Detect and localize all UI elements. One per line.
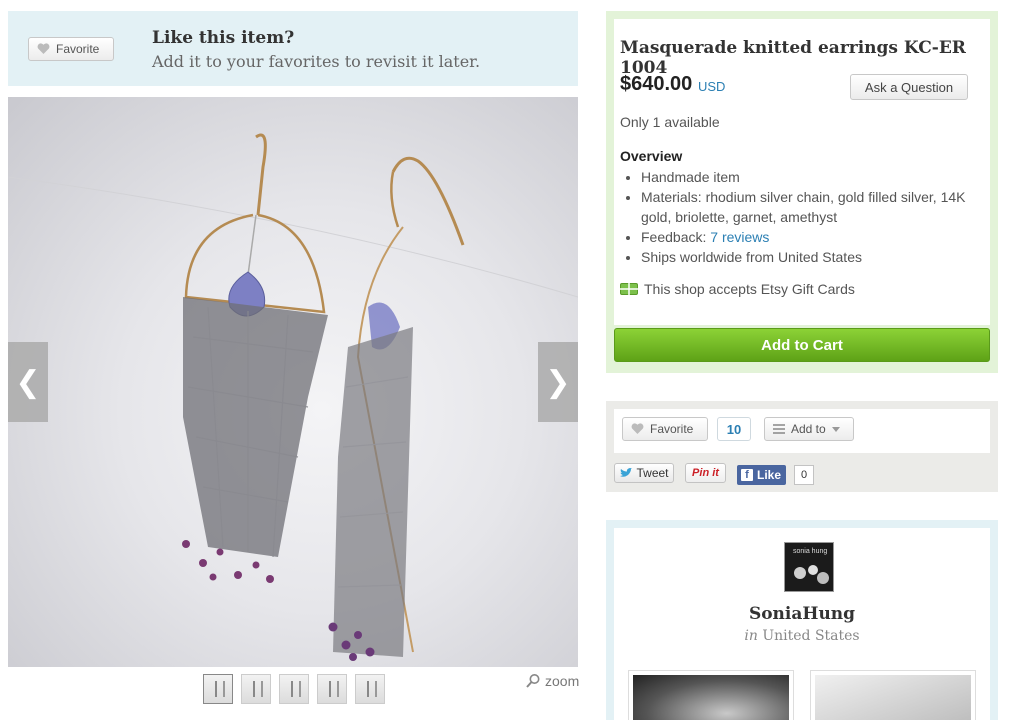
shop-avatar[interactable]: sonia hung	[784, 542, 834, 592]
thumbnail-5[interactable]	[355, 674, 385, 704]
chevron-right-icon: ❯	[545, 365, 571, 399]
thumbnail-strip	[203, 674, 385, 704]
thumbnail-4[interactable]	[317, 674, 347, 704]
earring-studs-image	[794, 565, 829, 584]
like-count: 0	[794, 465, 814, 485]
facebook-icon: f	[741, 469, 753, 481]
listing-title: Masquerade knitted earrings KC-ER 1004	[620, 38, 966, 78]
zoom-label: zoom	[545, 673, 580, 689]
chevron-left-icon: ❮	[15, 365, 41, 399]
favorite-item-button[interactable]: Favorite	[622, 417, 708, 441]
gift-card-icon	[620, 283, 638, 295]
list-icon	[773, 424, 785, 434]
favorite-item-label: Favorite	[650, 422, 694, 436]
zoom-button[interactable]: zoom	[525, 673, 579, 689]
chevron-down-icon	[831, 426, 840, 432]
shop-location: in United States	[614, 628, 990, 644]
heart-icon	[631, 423, 644, 434]
thumbnail-3[interactable]	[279, 674, 309, 704]
listing-main-photo[interactable]	[8, 97, 578, 667]
next-image-button[interactable]: ❯	[538, 342, 578, 422]
overview-list: Handmade item Materials: rhodium silver …	[641, 167, 976, 267]
shop-item-image	[815, 675, 971, 720]
availability-text: Only 1 available	[620, 114, 720, 130]
favorite-button-label: Favorite	[56, 42, 100, 56]
add-to-label: Add to	[791, 422, 826, 436]
social-actions-box: Favorite 10 Add to Tweet Pin it f Like 0	[606, 401, 998, 492]
shop-info-box: sonia hung SoniaHung in United States	[606, 520, 998, 720]
pin-it-button[interactable]: Pin it	[685, 463, 726, 483]
shop-name[interactable]: SoniaHung	[614, 604, 990, 624]
favorite-banner-title: Like this item?	[152, 28, 295, 48]
earrings-image	[8, 133, 578, 661]
twitter-bird-icon	[620, 468, 633, 477]
magnifier-icon	[526, 674, 540, 688]
shop-item-thumbnail[interactable]	[628, 670, 794, 720]
feedback-label: Feedback:	[641, 229, 707, 245]
listing-price: $640.00	[620, 73, 693, 95]
gift-card-notice: This shop accepts Etsy Gift Cards	[620, 281, 855, 297]
location-text: United States	[762, 628, 860, 644]
overview-item: Materials: rhodium silver chain, gold fi…	[641, 187, 976, 227]
tweet-label: Tweet	[636, 466, 669, 480]
favorite-button[interactable]: Favorite	[28, 37, 114, 61]
like-label: Like	[757, 468, 782, 482]
add-to-list-button[interactable]: Add to	[764, 417, 854, 441]
overview-item-feedback: Feedback: 7 reviews	[641, 227, 976, 247]
previous-image-button[interactable]: ❮	[8, 342, 48, 422]
location-prefix: in	[744, 628, 758, 644]
shop-item-image	[633, 675, 789, 720]
overview-item: Ships worldwide from United States	[641, 247, 976, 267]
add-to-cart-button[interactable]: Add to Cart	[614, 328, 990, 362]
shop-info-panel: sonia hung SoniaHung in United States	[614, 528, 990, 720]
heart-icon	[37, 43, 50, 54]
favorite-count[interactable]: 10	[717, 417, 751, 441]
favorite-banner-subtitle: Add it to your favorites to revisit it l…	[152, 52, 481, 71]
reviews-link[interactable]: 7 reviews	[710, 229, 769, 245]
currency-link[interactable]: USD	[698, 79, 725, 94]
overview-item: Handmade item	[641, 167, 976, 187]
shop-item-thumbnail[interactable]	[810, 670, 976, 720]
thumbnail-2[interactable]	[241, 674, 271, 704]
facebook-like-button[interactable]: f Like	[737, 465, 786, 485]
ask-question-button[interactable]: Ask a Question	[850, 74, 968, 100]
tweet-button[interactable]: Tweet	[614, 463, 674, 483]
favorite-banner: Favorite Like this item? Add it to your …	[8, 11, 578, 86]
gift-card-text: This shop accepts Etsy Gift Cards	[644, 281, 855, 297]
buy-box: Masquerade knitted earrings KC-ER 1004 $…	[606, 11, 998, 373]
thumbnail-1[interactable]	[203, 674, 233, 704]
overview-heading: Overview	[620, 148, 683, 164]
